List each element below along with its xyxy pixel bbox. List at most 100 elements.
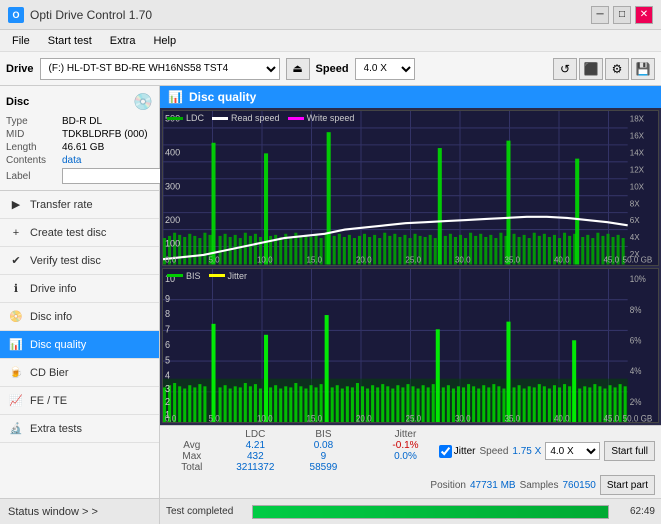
svg-text:7: 7 xyxy=(165,324,170,335)
menu-help[interactable]: Help xyxy=(145,33,184,49)
svg-text:0.0: 0.0 xyxy=(165,413,177,422)
sidebar-item-disc-quality[interactable]: 📊 Disc quality xyxy=(0,331,159,359)
svg-text:40.0: 40.0 xyxy=(554,255,570,264)
stats-total-jitter xyxy=(376,462,435,473)
svg-text:20.0: 20.0 xyxy=(356,413,372,422)
refresh-button[interactable]: ↺ xyxy=(553,58,577,80)
drive-select[interactable]: (F:) HL-DT-ST BD-RE WH16NS58 TST4 xyxy=(40,58,280,80)
label-label: Label xyxy=(6,171,58,182)
menu-extra[interactable]: Extra xyxy=(102,33,144,49)
position-value: 47731 MB xyxy=(470,480,516,491)
svg-text:8%: 8% xyxy=(630,304,642,314)
start-part-button[interactable]: Start part xyxy=(600,475,655,495)
stats-max-jitter: 0.0% xyxy=(376,451,435,462)
progress-bar-container: Test completed 62:49 xyxy=(160,498,661,524)
stats-row-2: Position 47731 MB Samples 760150 Start p… xyxy=(166,475,655,495)
svg-text:30.0: 30.0 xyxy=(455,413,471,422)
stats-col-jitter: Jitter xyxy=(376,429,435,440)
stats-max-ldc: 432 xyxy=(218,451,293,462)
bis-chart-svg: 10% 8% 6% 4% 2% 10 9 8 7 6 5 4 3 2 1 xyxy=(163,269,658,423)
title-bar: O Opti Drive Control 1.70 ─ □ ✕ xyxy=(0,0,661,30)
stats-row-1: LDC BIS Jitter Avg 4.21 0.08 -0.1% Max xyxy=(166,429,655,473)
svg-text:5: 5 xyxy=(165,354,170,365)
quality-header: 📊 Disc quality xyxy=(160,86,661,108)
svg-text:6: 6 xyxy=(165,339,170,350)
sidebar-item-cd-bier[interactable]: 🍺 CD Bier xyxy=(0,359,159,387)
mid-value: TDKBLDRFB (000) xyxy=(62,129,148,140)
start-full-button[interactable]: Start full xyxy=(604,441,655,461)
menu-bar: File Start test Extra Help xyxy=(0,30,661,52)
jitter-checkbox[interactable] xyxy=(439,445,452,458)
ldc-legend-color xyxy=(167,117,183,120)
stats-col-empty2 xyxy=(354,429,376,440)
quality-title: Disc quality xyxy=(189,90,256,104)
sidebar-item-verify-test-disc[interactable]: ✔ Verify test disc xyxy=(0,247,159,275)
svg-text:8: 8 xyxy=(165,308,170,319)
svg-text:8X: 8X xyxy=(630,199,640,208)
svg-text:50.0 GB: 50.0 GB xyxy=(623,413,653,422)
cd-bier-icon: 🍺 xyxy=(8,365,24,381)
close-button[interactable]: ✕ xyxy=(635,6,653,24)
app-icon: O xyxy=(8,7,24,23)
stats-table: LDC BIS Jitter Avg 4.21 0.08 -0.1% Max xyxy=(166,429,435,473)
stats-max-bis: 9 xyxy=(293,451,354,462)
stats-total-empty xyxy=(354,462,376,473)
quality-chart-icon: 📊 xyxy=(168,90,183,104)
svg-text:50.0 GB: 50.0 GB xyxy=(623,255,653,264)
disc-info-icon: 📀 xyxy=(8,309,24,325)
fe-te-icon: 📈 xyxy=(8,393,24,409)
sidebar-item-drive-info[interactable]: ℹ Drive info xyxy=(0,275,159,303)
drive-label: Drive xyxy=(6,63,34,75)
jitter-legend-color xyxy=(209,274,225,277)
minimize-button[interactable]: ─ xyxy=(591,6,609,24)
sidebar-item-disc-info[interactable]: 📀 Disc info xyxy=(0,303,159,331)
svg-text:2%: 2% xyxy=(630,396,642,406)
position-info: Position 47731 MB Samples 760150 xyxy=(430,480,595,491)
svg-text:35.0: 35.0 xyxy=(504,255,520,264)
sidebar-item-transfer-rate[interactable]: ▶ Transfer rate xyxy=(0,191,159,219)
svg-text:5.0: 5.0 xyxy=(208,255,220,264)
speed-select-stat[interactable]: 4.0 X xyxy=(545,442,600,460)
menu-start-test[interactable]: Start test xyxy=(40,33,100,49)
progress-bar-inner xyxy=(253,506,608,518)
svg-text:14X: 14X xyxy=(630,148,645,157)
settings-button[interactable]: ⚙ xyxy=(605,58,629,80)
stop-button[interactable]: ⬛ xyxy=(579,58,603,80)
bis-chart: BIS Jitter xyxy=(162,268,659,424)
type-value: BD-R DL xyxy=(62,116,102,127)
length-value: 46.61 GB xyxy=(62,142,104,153)
sidebar-item-extra-tests[interactable]: 🔬 Extra tests xyxy=(0,415,159,443)
menu-file[interactable]: File xyxy=(4,33,38,49)
sidebar-item-create-test-disc[interactable]: + Create test disc xyxy=(0,219,159,247)
maximize-button[interactable]: □ xyxy=(613,6,631,24)
speed-label: Speed xyxy=(316,63,349,75)
write-speed-legend-label: Write speed xyxy=(307,113,355,123)
sidebar-item-fe-te[interactable]: 📈 FE / TE xyxy=(0,387,159,415)
samples-label: Samples xyxy=(520,480,559,491)
drive-info-icon: ℹ xyxy=(8,281,24,297)
stats-col-empty xyxy=(166,429,218,440)
eject-button[interactable]: ⏏ xyxy=(286,58,310,80)
disc-section-title: Disc xyxy=(6,96,29,108)
bis-legend-color xyxy=(167,274,183,277)
write-speed-legend-item: Write speed xyxy=(288,113,355,123)
svg-text:4: 4 xyxy=(165,370,170,381)
stats-total-label: Total xyxy=(166,462,218,473)
samples-value: 760150 xyxy=(562,480,595,491)
svg-text:0.0: 0.0 xyxy=(165,255,177,264)
read-speed-legend-label: Read speed xyxy=(231,113,280,123)
svg-text:6X: 6X xyxy=(630,216,640,225)
save-button[interactable]: 💾 xyxy=(631,58,655,80)
svg-text:3: 3 xyxy=(165,383,170,394)
stats-max-empty xyxy=(354,451,376,462)
svg-text:16X: 16X xyxy=(630,131,645,140)
svg-text:6%: 6% xyxy=(630,335,642,345)
stats-col-bis: BIS xyxy=(293,429,354,440)
stats-total-bis: 58599 xyxy=(293,462,354,473)
contents-value: data xyxy=(62,155,81,166)
svg-text:30.0: 30.0 xyxy=(455,255,471,264)
speed-select[interactable]: 4.0 X xyxy=(355,58,415,80)
svg-text:45.0: 45.0 xyxy=(603,413,619,422)
status-window-button[interactable]: Status window > > xyxy=(0,498,159,524)
svg-text:10%: 10% xyxy=(630,273,647,283)
